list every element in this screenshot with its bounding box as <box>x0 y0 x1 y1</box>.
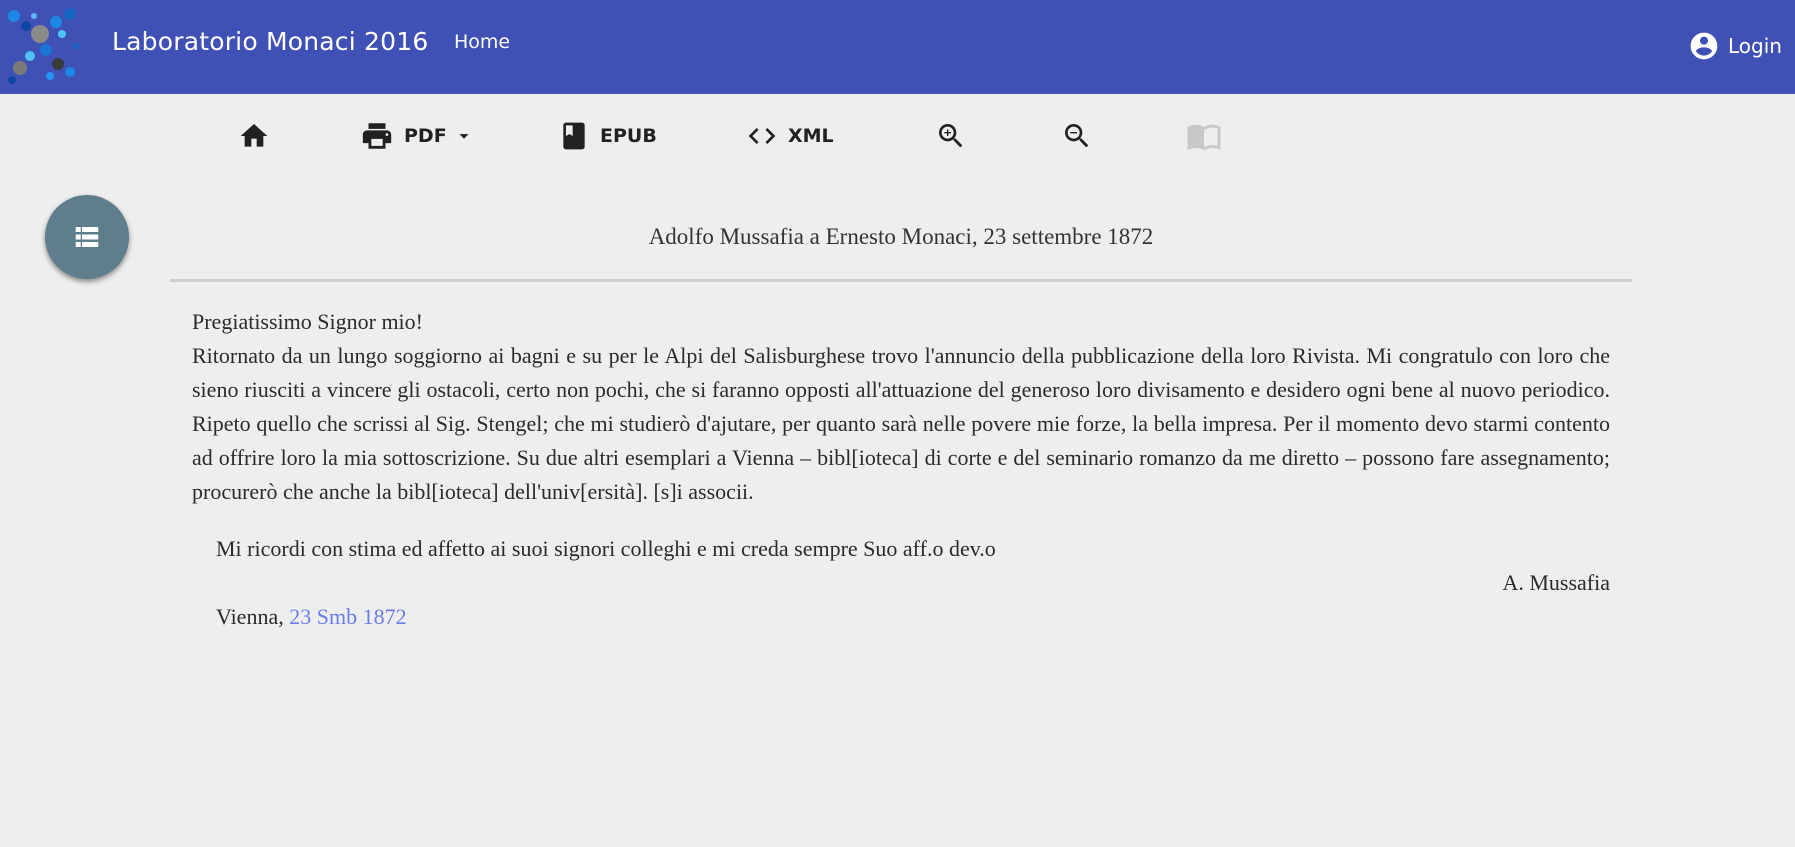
dateline: Vienna, 23 Smb 1872 <box>192 600 1610 634</box>
xml-label: XML <box>788 125 834 147</box>
nav-home-link[interactable]: Home <box>454 31 510 53</box>
login-button[interactable]: Login <box>1688 28 1782 64</box>
zoom-in-icon <box>939 124 963 148</box>
app-title: Laboratorio Monaci 2016 <box>112 27 429 56</box>
letter-text: Pregiatissimo Signor mio! Ritornato da u… <box>192 305 1610 634</box>
pdf-menu-button[interactable]: PDF <box>360 94 475 178</box>
pdf-label: PDF <box>404 125 447 147</box>
place: Vienna, <box>216 604 290 629</box>
title-divider <box>170 279 1632 282</box>
account-circle-icon <box>1690 32 1718 60</box>
open-book-icon <box>1187 124 1221 151</box>
print-icon <box>362 123 392 149</box>
letter-body: Ritornato da un lungo soggiorno ai bagni… <box>192 343 1610 504</box>
book-icon <box>563 122 585 150</box>
app-bar: Laboratorio Monaci 2016 Home Login <box>0 0 1795 94</box>
date-link[interactable]: 23 Smb 1872 <box>289 604 406 629</box>
home-icon <box>240 124 268 147</box>
list-icon <box>75 227 99 247</box>
login-label: Login <box>1728 34 1782 58</box>
lab-logo[interactable] <box>6 6 86 86</box>
document-toolbar: PDF EPUB XML <box>0 94 1795 178</box>
epub-button[interactable]: EPUB <box>558 94 657 178</box>
signature: A. Mussafia <box>1502 570 1610 595</box>
reading-mode-button <box>1186 94 1222 178</box>
zoom-out-button[interactable] <box>1061 94 1093 178</box>
xml-button[interactable]: XML <box>746 94 834 178</box>
zoom-out-icon <box>1065 124 1089 148</box>
code-icon <box>748 128 776 144</box>
document-title: Adolfo Mussafia a Ernesto Monaci, 23 set… <box>648 224 1154 249</box>
zoom-in-button[interactable] <box>935 94 967 178</box>
caret-down-icon <box>459 134 469 139</box>
salutation: Pregiatissimo Signor mio! <box>192 309 423 334</box>
home-button[interactable] <box>238 94 270 178</box>
closing: Mi ricordi con stima ed affetto ai suoi … <box>216 536 996 561</box>
table-of-contents-button[interactable] <box>45 195 129 279</box>
epub-label: EPUB <box>600 125 657 147</box>
